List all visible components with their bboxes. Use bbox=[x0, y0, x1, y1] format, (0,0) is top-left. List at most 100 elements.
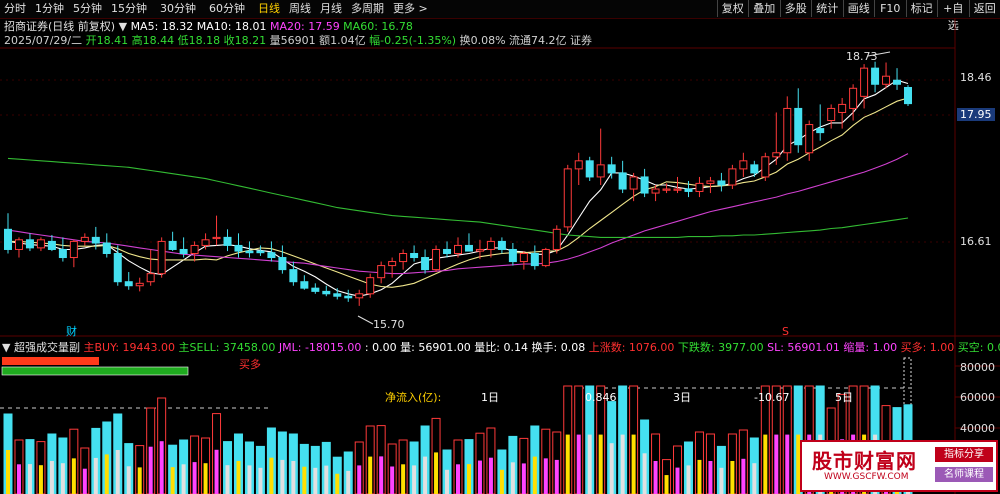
current-price-label: 17.95 bbox=[957, 108, 995, 121]
candle-body-38 bbox=[421, 257, 430, 271]
inflow-3day: 3日 bbox=[673, 391, 691, 404]
indicator-value-9: SL: 56901.01 bbox=[763, 341, 840, 354]
candle-body-29 bbox=[322, 290, 331, 295]
vol-inner-28 bbox=[313, 467, 318, 494]
candle-body-80 bbox=[882, 75, 891, 85]
vol-inner-16 bbox=[181, 464, 186, 494]
vol-inner-35 bbox=[390, 466, 395, 494]
vol-inner-51 bbox=[565, 434, 570, 494]
vol-inner-4 bbox=[49, 461, 54, 494]
vol-inner-56 bbox=[620, 434, 625, 494]
candle-body-56 bbox=[618, 172, 627, 190]
vol-inner-1 bbox=[16, 464, 21, 494]
candle-body-81 bbox=[893, 79, 902, 85]
candle-body-19 bbox=[212, 236, 221, 240]
candle-body-5 bbox=[58, 248, 67, 259]
indicator-value-0: 主BUY: 19443.00 bbox=[83, 341, 176, 354]
candle-body-51 bbox=[563, 168, 572, 228]
inflow-value-1: 0.846 bbox=[585, 391, 617, 404]
candle-body-1 bbox=[14, 239, 23, 250]
event-marker-s[interactable]: S bbox=[782, 325, 789, 338]
vol-inner-48 bbox=[532, 456, 537, 494]
vol-inner-59 bbox=[653, 461, 658, 494]
candle-body-59 bbox=[651, 188, 660, 194]
vol-inner-57 bbox=[631, 434, 636, 494]
candle-body-73 bbox=[805, 124, 814, 154]
vol-inner-30 bbox=[335, 473, 340, 494]
indicator-values: 主BUY: 19443.00 主SELL: 37458.00 JML: -180… bbox=[83, 341, 1000, 354]
indicator-value-6: 换手: 0.08 bbox=[528, 341, 586, 354]
candle-body-26 bbox=[289, 269, 298, 283]
candle-body-12 bbox=[135, 282, 144, 287]
candle-body-27 bbox=[300, 281, 309, 289]
candle-body-17 bbox=[190, 244, 199, 255]
indicator-name[interactable]: 超强成交量副 bbox=[14, 341, 80, 354]
candle-body-70 bbox=[772, 152, 781, 158]
inflow-value-2: -10.67 bbox=[754, 391, 790, 404]
candle-body-55 bbox=[607, 164, 616, 174]
candle-body-20 bbox=[223, 236, 232, 246]
high-price-mark: 18.73 bbox=[846, 50, 878, 63]
candle-body-69 bbox=[761, 156, 770, 178]
candle-body-30 bbox=[333, 293, 342, 297]
indicator-value-12: 买空: 0.00 bbox=[957, 341, 1000, 354]
finance-marker[interactable]: 财 bbox=[66, 325, 77, 338]
ma-line-ma10 bbox=[8, 97, 909, 288]
candle-body-16 bbox=[179, 248, 188, 254]
vol-inner-20 bbox=[225, 465, 230, 494]
brand-url: WWW.GSCFW.COM bbox=[824, 472, 909, 482]
low-price-mark: 15.70 bbox=[373, 318, 405, 331]
candle-body-8 bbox=[91, 236, 100, 244]
candle-body-22 bbox=[245, 250, 254, 254]
vol-inner-19 bbox=[214, 449, 219, 494]
vol-inner-62 bbox=[686, 465, 691, 494]
vol-inner-52 bbox=[576, 434, 581, 494]
vol-inner-44 bbox=[488, 457, 493, 494]
vol-inner-32 bbox=[357, 465, 362, 494]
vol-inner-24 bbox=[269, 457, 274, 494]
candle-body-3 bbox=[36, 239, 45, 249]
vol-inner-69 bbox=[763, 434, 768, 494]
candle-body-36 bbox=[399, 253, 408, 263]
vol-inner-49 bbox=[543, 458, 548, 494]
indicator-value-7: 上涨数: 1076.00 bbox=[585, 341, 675, 354]
vol-inner-38 bbox=[423, 456, 428, 494]
candle-body-39 bbox=[432, 248, 441, 271]
candle-body-63 bbox=[695, 182, 704, 192]
candle-body-65 bbox=[717, 180, 726, 186]
candle-body-42 bbox=[464, 244, 473, 252]
vol-inner-7 bbox=[82, 468, 87, 494]
candle-body-72 bbox=[794, 107, 803, 146]
candle-body-31 bbox=[344, 295, 353, 299]
vol-inner-66 bbox=[730, 461, 735, 494]
vol-inner-47 bbox=[521, 463, 526, 494]
chevron-down-icon[interactable]: ▼ bbox=[2, 341, 10, 354]
vol-inner-70 bbox=[774, 434, 779, 494]
candle-body-68 bbox=[750, 164, 759, 174]
vol-inner-14 bbox=[159, 441, 164, 494]
candle-body-79 bbox=[871, 67, 880, 85]
candle-body-53 bbox=[585, 160, 594, 178]
candle-body-48 bbox=[530, 253, 539, 267]
candle-body-23 bbox=[256, 250, 265, 254]
indicator-value-10: 缩量: 1.00 bbox=[839, 341, 898, 354]
vol-inner-34 bbox=[379, 456, 384, 494]
vol-inner-39 bbox=[434, 452, 439, 494]
indicator-value-2: JML: -18015.00 bbox=[275, 341, 362, 354]
candle-body-43 bbox=[475, 248, 484, 252]
vol-axis-label-1: 60000 bbox=[960, 391, 995, 404]
candle-body-46 bbox=[508, 248, 517, 263]
vol-inner-5 bbox=[60, 463, 65, 494]
kline-chart[interactable] bbox=[0, 0, 1000, 494]
vol-inner-9 bbox=[104, 454, 109, 494]
candle-body-45 bbox=[497, 240, 506, 250]
vol-inner-45 bbox=[499, 469, 504, 494]
candle-body-49 bbox=[541, 248, 550, 267]
price-label-top: 18.46 bbox=[960, 71, 992, 84]
candle-body-58 bbox=[640, 176, 649, 194]
vol-inner-33 bbox=[368, 456, 373, 494]
candle-body-10 bbox=[113, 253, 122, 283]
candle-body-7 bbox=[80, 236, 89, 242]
vol-inner-55 bbox=[609, 443, 614, 494]
vol-inner-27 bbox=[302, 466, 307, 494]
